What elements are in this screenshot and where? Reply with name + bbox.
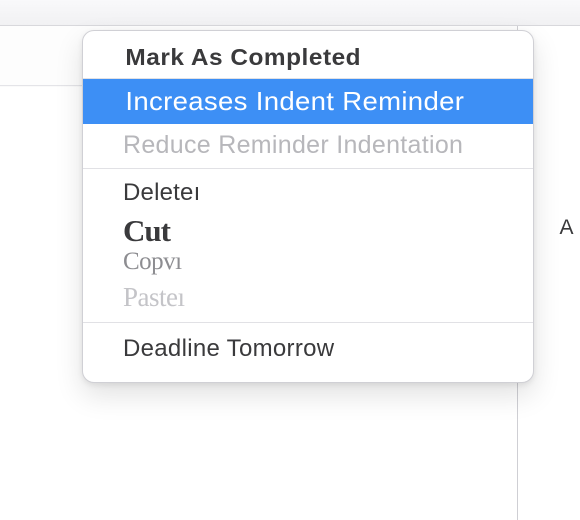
menu-item-mark-completed[interactable]: Mark As Completed [83,37,534,78]
menu-item-reduce-indent: Reduce Reminder Indentation [83,124,533,168]
menu-item-deadline-tomorrow[interactable]: Deadline Tomorrow [83,323,533,375]
menu-item-copy[interactable]: Copvı [83,248,533,276]
menu-item-paste: Pasteı [83,276,533,323]
window-toolbar [0,0,580,26]
menu-item-delete[interactable]: Deleteı [83,169,533,214]
menu-item-increase-indent[interactable]: Increases Indent Reminder [83,79,534,124]
details-panel-label: A [559,216,574,240]
context-menu: Mark As Completed Increases Indent Remin… [82,30,534,383]
menu-item-cut[interactable]: Cut [83,214,533,248]
